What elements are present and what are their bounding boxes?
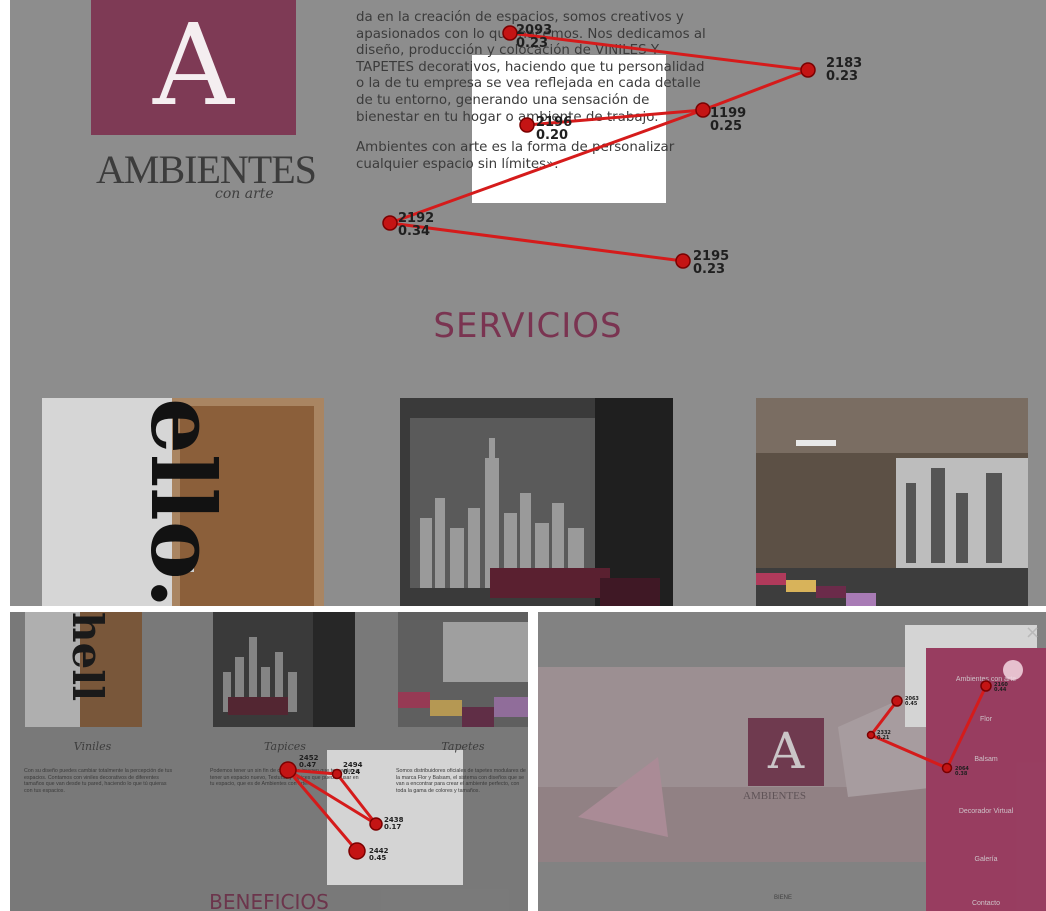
cursor-icon	[1003, 660, 1023, 680]
svg-text:11990.25: 1199 0.25	[710, 106, 746, 134]
gaze-point: 2093 0.23	[502, 23, 552, 51]
gaze-plot-menu: 2063 0.45 2332 0.21 2160 0.44 2064 0.38	[866, 660, 1023, 777]
gaze-point: 2063 0.45	[891, 695, 919, 707]
svg-text:23320.21: 2332 0.21	[877, 730, 891, 741]
svg-text:21950.23: 2195 0.23	[693, 249, 729, 277]
svg-text:24380.17: 2438 0.17	[384, 816, 404, 831]
svg-text:20930.23: 2093 0.23	[516, 23, 552, 51]
gaze-point: 2064 0.38	[941, 762, 969, 777]
svg-text:21960.20: 2196 0.20	[536, 115, 572, 143]
gaze-point: 2452 0.47	[279, 754, 319, 779]
svg-text:24940.24: 2494 0.24	[343, 761, 363, 776]
svg-text:21830.23: 2183 0.23	[826, 56, 862, 84]
gaze-point: 1199 0.25	[695, 102, 746, 134]
webpage-screenshot-top: A AMBIENTES con arte da en la creación d…	[10, 0, 1046, 606]
gaze-plot-top: 2093 0.23 2183 0.23 2196 0.20 1199 0.25 2192…	[382, 23, 862, 277]
webpage-screenshot-services: hell Viniles Tapices Tapetes Con su dise…	[10, 612, 528, 911]
svg-text:24420.45: 2442 0.45	[369, 847, 389, 862]
svg-text:24520.47: 2452 0.47	[299, 754, 319, 769]
gaze-plot-services: 2452 0.47 2494 0.24 2438 0.17 2442 0.45	[279, 754, 404, 862]
svg-text:20640.38: 2064 0.38	[955, 766, 969, 777]
gaze-point: 2183 0.23	[800, 56, 862, 84]
svg-text:21600.44: 2160 0.44	[994, 682, 1008, 693]
svg-text:21920.34: 2192 0.34	[398, 211, 434, 239]
svg-text:20630.45: 2063 0.45	[905, 696, 919, 707]
gaze-point: 2332 0.21	[866, 730, 891, 741]
gaze-point: 2438 0.17	[369, 816, 404, 831]
gaze-point: 2192 0.34	[382, 211, 434, 239]
gaze-point: 2195 0.23	[675, 249, 729, 277]
gaze-point: 2494 0.24	[331, 761, 363, 780]
gaze-point: 2160 0.44	[980, 680, 1008, 693]
gaze-point: 2442 0.45	[348, 842, 389, 862]
webpage-screenshot-menu: A AMBIENTES Ambientes con arte Flor Bals…	[538, 612, 1046, 911]
gaze-point: 2196 0.20	[519, 115, 572, 143]
